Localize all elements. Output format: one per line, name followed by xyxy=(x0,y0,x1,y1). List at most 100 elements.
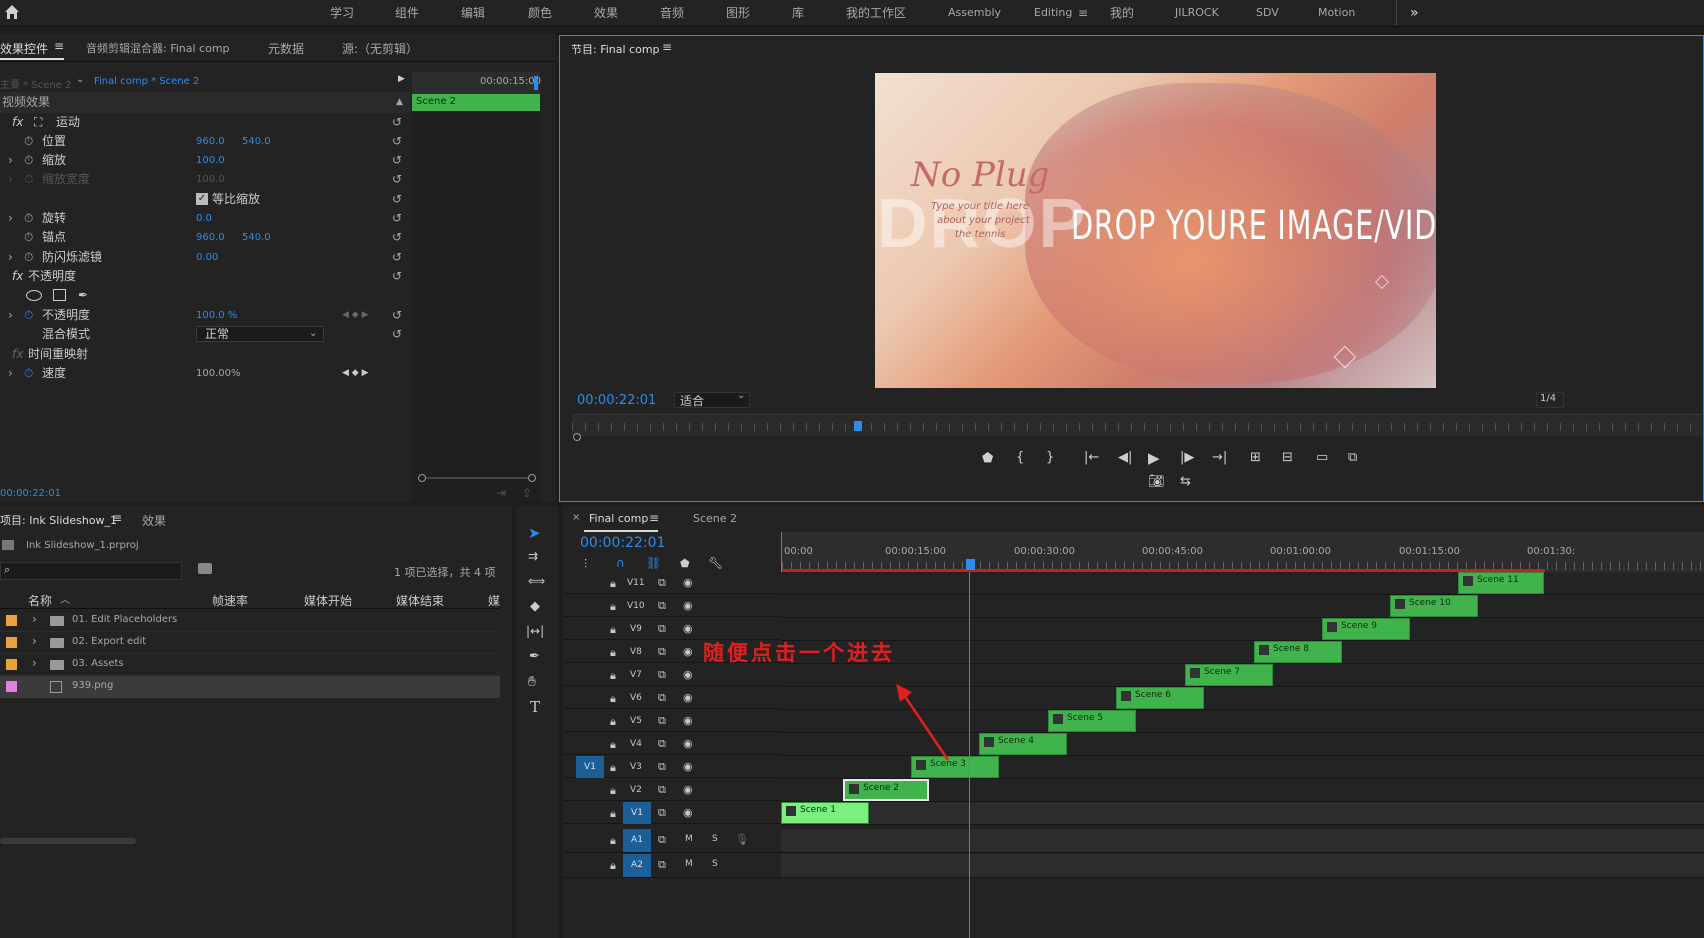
expand-icon[interactable]: › xyxy=(8,150,13,171)
zoom-handle-left[interactable] xyxy=(418,474,426,482)
expand-icon[interactable]: › xyxy=(32,656,37,670)
safe-margins-icon[interactable]: ▭ xyxy=(1316,450,1328,465)
anchor-y-value[interactable]: 540.0 xyxy=(242,227,271,248)
lock-icon[interactable]: 🔒︎ xyxy=(610,692,616,706)
reset-icon[interactable]: ↺ xyxy=(392,227,402,248)
sync-lock-icon[interactable]: ⧉ xyxy=(658,783,666,797)
track-target-a1[interactable]: A1 xyxy=(623,829,651,852)
home-icon[interactable] xyxy=(4,4,20,20)
timeline-clip-scene-8[interactable]: Scene 8 xyxy=(1254,641,1342,663)
extract-icon[interactable]: ⊟ xyxy=(1282,450,1293,465)
workspace-edit[interactable]: 编辑 xyxy=(461,0,485,26)
source-patch-v1[interactable]: V1 xyxy=(576,756,604,778)
track-header-v3[interactable]: V1 🔒︎ V3 ⧉ ◉ xyxy=(563,756,781,778)
col-media-start[interactable]: 媒体开始 xyxy=(304,592,352,609)
workspace-my[interactable]: 我的工作区 xyxy=(846,0,906,26)
mute-button[interactable]: M xyxy=(685,834,693,844)
workspace-menu-icon[interactable]: ≡ xyxy=(1078,0,1088,26)
lock-icon[interactable]: 🔒︎ xyxy=(610,834,616,848)
add-marker-icon[interactable]: ⬟ xyxy=(680,557,690,570)
track-select-tool-icon[interactable]: ⇉ xyxy=(528,549,538,563)
track-header-a2[interactable]: 🔒︎ A2 ⧉ M S xyxy=(563,854,781,878)
sync-lock-icon[interactable]: ⧉ xyxy=(658,576,666,590)
list-item-selected[interactable]: 939.png xyxy=(0,676,500,698)
play-icon[interactable]: ▶ xyxy=(1148,449,1160,467)
tab-effect-controls[interactable]: 效果控件 xyxy=(0,40,48,57)
mark-out-icon[interactable]: } xyxy=(1046,450,1054,465)
eye-icon[interactable]: ◉ xyxy=(683,806,693,819)
keyframe-nav-icon[interactable]: ◀ ◆ ▶ xyxy=(342,363,369,384)
zoom-circle[interactable] xyxy=(573,433,581,441)
reset-icon[interactable]: ↺ xyxy=(392,247,402,268)
lift-icon[interactable]: ⊞ xyxy=(1250,450,1261,465)
track-lane-v10[interactable] xyxy=(781,595,1704,618)
ec-timecode[interactable]: 00:00:22:01 xyxy=(0,488,61,499)
track-header-v1[interactable]: 🔒︎ V1 ⧉ ◉ xyxy=(563,802,781,824)
ec-row-blend[interactable]: 混合模式 正常 ⌄ ↺ xyxy=(0,324,410,345)
list-item[interactable]: › 02. Export edit xyxy=(0,632,500,654)
sync-lock-icon[interactable]: ⧉ xyxy=(658,737,666,751)
expand-icon[interactable]: › xyxy=(8,208,13,229)
track-lane-a1[interactable] xyxy=(781,829,1704,853)
eye-icon[interactable]: ◉ xyxy=(683,576,693,589)
timeline-clip-scene-10[interactable]: Scene 10 xyxy=(1390,595,1478,617)
track-header-v2[interactable]: 🔒︎ V2 ⧉ ◉ xyxy=(563,779,781,801)
list-item[interactable]: › 01. Edit Placeholders xyxy=(0,610,500,632)
speed-value[interactable]: 100.00% xyxy=(196,363,241,384)
ec-row-remap[interactable]: fx 时间重映射 xyxy=(0,344,410,365)
scale-value[interactable]: 100.0 xyxy=(196,150,225,171)
solo-button[interactable]: S xyxy=(712,834,718,844)
lock-icon[interactable]: 🔒︎ xyxy=(610,807,616,821)
close-icon[interactable]: × xyxy=(572,512,580,523)
track-target-v1[interactable]: V1 xyxy=(623,802,651,824)
timeline-ruler[interactable]: 00:00 00:00:15:00 00:00:30:00 00:00:45:0… xyxy=(781,532,1704,572)
rectangle-mask-icon[interactable] xyxy=(53,289,66,301)
label-color-swatch[interactable] xyxy=(6,615,17,626)
more-workspaces-icon[interactable]: » xyxy=(1410,0,1419,26)
ec-zoom-bar[interactable] xyxy=(418,474,536,482)
workspace-jilrock[interactable]: JILROCK xyxy=(1175,0,1219,26)
snap-icon[interactable]: ∩ xyxy=(616,556,625,570)
ec-playhead-marker[interactable] xyxy=(534,76,538,90)
tab-final-comp[interactable]: Final comp xyxy=(589,512,648,525)
resolution-box[interactable]: 1/4 xyxy=(1536,392,1564,408)
track-header-v4[interactable]: 🔒︎ V4 ⧉ ◉ xyxy=(563,733,781,755)
workspace-assembly-cn[interactable]: 组件 xyxy=(395,0,419,26)
timeline-clip-scene-11[interactable]: Scene 11 xyxy=(1458,572,1544,594)
sync-lock-icon[interactable]: ⧉ xyxy=(658,833,666,847)
ec-row-anchor[interactable]: ⏱ 锚点 960.0 540.0 ↺ xyxy=(0,227,410,248)
timeline-clip-scene-4[interactable]: Scene 4 xyxy=(979,733,1067,755)
workspace-mine[interactable]: 我的 xyxy=(1110,0,1134,26)
wrench-icon[interactable]: 🔧︎ xyxy=(708,556,723,570)
eye-icon[interactable]: ◉ xyxy=(683,622,693,635)
sync-lock-icon[interactable]: ⧉ xyxy=(658,668,666,682)
ec-sequence-label[interactable]: Final comp * Scene 2 xyxy=(94,76,199,87)
expand-icon[interactable]: › xyxy=(8,247,13,268)
program-scrubber[interactable] xyxy=(572,414,1702,436)
ec-row-speed[interactable]: › ⏱ 速度 100.00% ◀ ◆ ▶ xyxy=(0,363,410,384)
tab-source[interactable]: 源:（无剪辑） xyxy=(342,40,418,57)
sync-lock-icon[interactable]: ⧉ xyxy=(658,599,666,613)
track-header-v11[interactable]: 🔒︎ V11 ⧉ ◉ xyxy=(563,572,781,594)
workspace-motion[interactable]: Motion xyxy=(1318,0,1355,26)
lock-icon[interactable]: 🔒︎ xyxy=(610,577,616,591)
sync-lock-icon[interactable]: ⧉ xyxy=(658,622,666,636)
timeline-clip-scene-5[interactable]: Scene 5 xyxy=(1048,710,1136,732)
col-framerate[interactable]: 帧速率 xyxy=(212,592,248,609)
reset-icon[interactable]: ↺ xyxy=(392,169,402,190)
ec-export-icon[interactable]: ⇥ xyxy=(496,486,506,500)
tab-metadata[interactable]: 元数据 xyxy=(268,40,304,57)
go-to-in-icon[interactable]: |← xyxy=(1084,450,1099,465)
ec-row-motion[interactable]: fx ⛶ 运动 ↺ xyxy=(0,112,410,133)
timeline-clip-scene-6[interactable]: Scene 6 xyxy=(1116,687,1204,709)
track-target-a2[interactable]: A2 xyxy=(623,854,651,877)
col-media-end[interactable]: 媒体结束 xyxy=(396,592,444,609)
ec-row-flicker[interactable]: › ⏱ 防闪烁滤镜 0.00 ↺ xyxy=(0,247,410,268)
lock-icon[interactable]: 🔒︎ xyxy=(610,600,616,614)
collapse-icon[interactable]: ▲ xyxy=(396,92,403,113)
lock-icon[interactable]: 🔒︎ xyxy=(610,761,616,775)
track-lane-v11[interactable] xyxy=(781,572,1704,595)
uniform-scale-checkbox[interactable]: ✓ xyxy=(196,193,208,205)
type-tool-icon[interactable]: T xyxy=(530,698,540,716)
reset-icon[interactable]: ↺ xyxy=(392,266,402,287)
